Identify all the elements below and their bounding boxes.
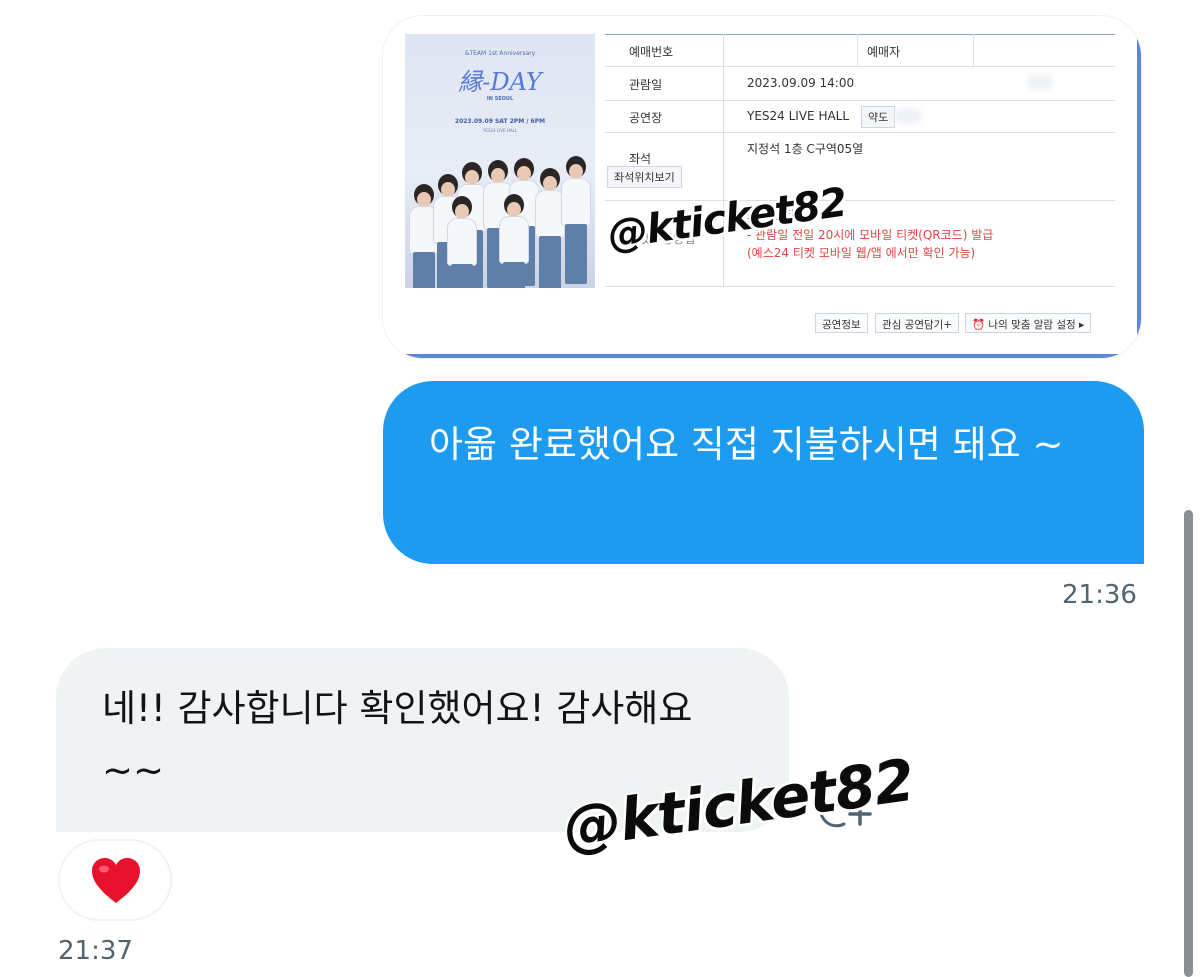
poster-anniversary-text: &TEAM 1st Anniversary	[464, 50, 536, 57]
venue-label: 공연장	[629, 111, 663, 125]
poster-date-text: 2023.09.09 SAT 2PM / 6PM	[454, 118, 546, 125]
member-figure	[445, 196, 479, 288]
booking-number-label: 예매번호	[629, 45, 674, 59]
member-figure	[497, 194, 531, 288]
concert-poster: &TEAM 1st Anniversary 縁-DAY IN SEOUL 202…	[405, 34, 595, 288]
sent-message-time: 21:36	[1062, 580, 1137, 610]
seat-view-button[interactable]: 좌석위치보기	[607, 166, 682, 188]
sent-message-text: 아옮 완료했어요 직접 지불하시면 돼요 ~	[429, 423, 1064, 466]
seat-value: 지정석 1층 C구역05열	[747, 142, 864, 156]
ticket-screenshot: &TEAM 1st Anniversary 縁-DAY IN SEOUL 202…	[383, 16, 1141, 358]
member-figure	[559, 156, 593, 284]
venue-value: YES24 LIVE HALL	[747, 109, 850, 123]
ticket-right-border	[1137, 16, 1141, 358]
concert-info-button[interactable]: 공연정보	[815, 313, 868, 333]
seat-label: 좌석	[629, 152, 652, 166]
poster-logo: 縁-DAY	[458, 68, 542, 96]
date-label: 관람일	[629, 78, 663, 92]
heart-emoji-icon	[92, 858, 140, 903]
ticket-action-buttons: 공연정보 관심 공연담기+ ⏰ 나의 맞춤 알람 설정 ▸	[815, 313, 1115, 333]
alarm-setting-button[interactable]: ⏰ 나의 맞춤 알람 설정 ▸	[965, 313, 1092, 333]
venue-map-button[interactable]: 약도	[861, 106, 896, 128]
delivery-note-2: (예스24 티켓 모바일 웹/앱 에서만 확인 가능)	[747, 246, 976, 260]
message-reaction[interactable]	[58, 839, 172, 921]
ticket-bottom-border	[383, 354, 1141, 358]
scrollbar[interactable]	[1184, 510, 1193, 977]
poster-city-text: IN SEOUL	[486, 96, 514, 102]
poster-venue-text: YES24 LIVE HALL	[482, 128, 517, 133]
received-message-time: 21:37	[58, 936, 133, 966]
sent-message-bubble[interactable]: 아옮 완료했어요 직접 지불하시면 돼요 ~	[383, 381, 1144, 564]
booker-label: 예매자	[867, 45, 901, 59]
add-to-wishlist-button[interactable]: 관심 공연담기+	[875, 313, 960, 333]
ticket-info-table: 예매번호 예매자 관람일 2023.09.09 14:00 공연장 YES24 …	[605, 34, 1115, 290]
date-value: 2023.09.09 14:00	[747, 76, 855, 90]
sent-image-message[interactable]: &TEAM 1st Anniversary 縁-DAY IN SEOUL 202…	[383, 16, 1141, 358]
